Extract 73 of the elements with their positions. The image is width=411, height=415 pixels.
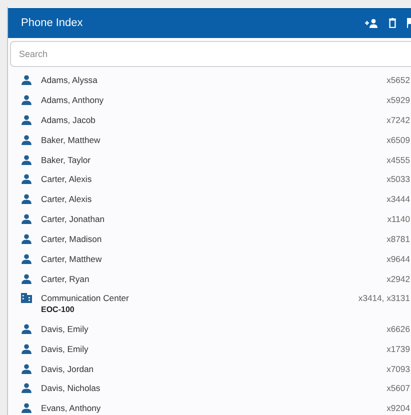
extension: x3444	[386, 194, 410, 204]
extension: x5929	[386, 94, 410, 105]
person-icon	[21, 383, 32, 394]
contact-row[interactable]: Evans, Anthony x9204	[8, 398, 411, 415]
contact-row[interactable]: Baker, Taylor x4555	[8, 150, 411, 170]
contact-row[interactable]: Davis, Emily x6626	[8, 318, 411, 339]
extension: x4555	[386, 154, 410, 164]
person-icon	[21, 403, 32, 414]
contact-name: Carter, Ryan	[41, 274, 90, 284]
contact-row[interactable]: Baker, Matthew x6509	[8, 130, 411, 150]
search-field[interactable]: Search	[10, 41, 411, 67]
contact-name: Carter, Matthew	[41, 254, 103, 264]
contact-name: Adams, Alyssa	[41, 74, 98, 85]
contact-row[interactable]: Adams, Jacob x7242	[8, 110, 411, 130]
person-icon	[21, 94, 32, 105]
person-icon	[21, 194, 32, 204]
contact-name: Davis, Jordan	[41, 364, 95, 374]
contact-name: Evans, Anthony	[41, 403, 102, 414]
room-code: EOC-100	[41, 304, 76, 314]
extension: x5652	[386, 74, 410, 85]
contact-row[interactable]: Carter, Alexis x5033	[8, 169, 411, 190]
extension: x2942	[386, 274, 410, 284]
contact-row[interactable]: Carter, Matthew x9644	[8, 249, 411, 269]
contact-row[interactable]: Carter, Alexis x3444	[8, 189, 411, 210]
extension: x9644	[386, 254, 410, 264]
extension: x1140	[387, 214, 410, 224]
contact-name: Adams, Jacob	[41, 114, 96, 125]
extension: x1739	[386, 344, 410, 354]
extension: x5033	[386, 174, 410, 184]
contact-row[interactable]: Adams, Alyssa x5652	[8, 70, 411, 90]
extension: x6509	[386, 134, 410, 145]
building-icon	[21, 292, 32, 303]
person-icon	[21, 324, 32, 334]
extension: x9204	[386, 403, 410, 414]
contact-name: Davis, Emily	[41, 324, 90, 334]
contact-row[interactable]: Carter, Madison x8781	[8, 229, 411, 250]
contact-name: Baker, Matthew	[41, 134, 102, 145]
extension: x7093	[386, 364, 410, 374]
extension: x5607	[386, 383, 410, 394]
contact-row[interactable]: Adams, Anthony x5929	[8, 90, 411, 110]
contact-row[interactable]: Davis, Emily x1739	[8, 338, 411, 359]
person-icon	[21, 254, 32, 264]
contact-name: Carter, Alexis	[41, 194, 93, 204]
extension: x3414, x3131	[358, 292, 410, 303]
contact-name: Davis, Nicholas	[41, 383, 102, 394]
contact-row[interactable]: Carter, Jonathan x1140	[8, 209, 411, 230]
contact-name: Baker, Taylor	[41, 154, 92, 164]
person-icon	[21, 344, 32, 354]
person-icon	[21, 74, 32, 85]
contact-row[interactable]: Davis, Nicholas x5607	[8, 378, 411, 398]
contact-name: Davis, Emily	[41, 344, 90, 354]
app-title: Phone Index	[21, 17, 84, 29]
add-person-icon[interactable]	[365, 18, 378, 28]
extension: x7242	[386, 114, 410, 125]
contact-row[interactable]: Communication Center EOC-100 x3414, x3131	[8, 288, 411, 319]
person-icon	[21, 274, 32, 284]
contact-name: Adams, Anthony	[41, 94, 105, 105]
extension: x6626	[386, 324, 410, 334]
person-icon	[21, 364, 32, 374]
person-icon	[21, 214, 32, 224]
extension: x8781	[386, 234, 410, 244]
person-icon	[21, 154, 32, 164]
person-icon	[21, 134, 32, 145]
trash-icon[interactable]	[389, 18, 396, 28]
contact-row[interactable]: Carter, Ryan x2942	[8, 268, 411, 289]
person-icon	[21, 234, 32, 244]
contact-name: Carter, Alexis	[41, 174, 93, 184]
person-icon	[21, 174, 32, 184]
person-icon	[21, 114, 32, 125]
contact-name: Communication Center	[41, 292, 130, 303]
contact-name: Carter, Jonathan	[41, 214, 106, 224]
contact-row[interactable]: Davis, Jordan x7093	[8, 358, 411, 378]
contact-name: Carter, Madison	[41, 234, 103, 244]
